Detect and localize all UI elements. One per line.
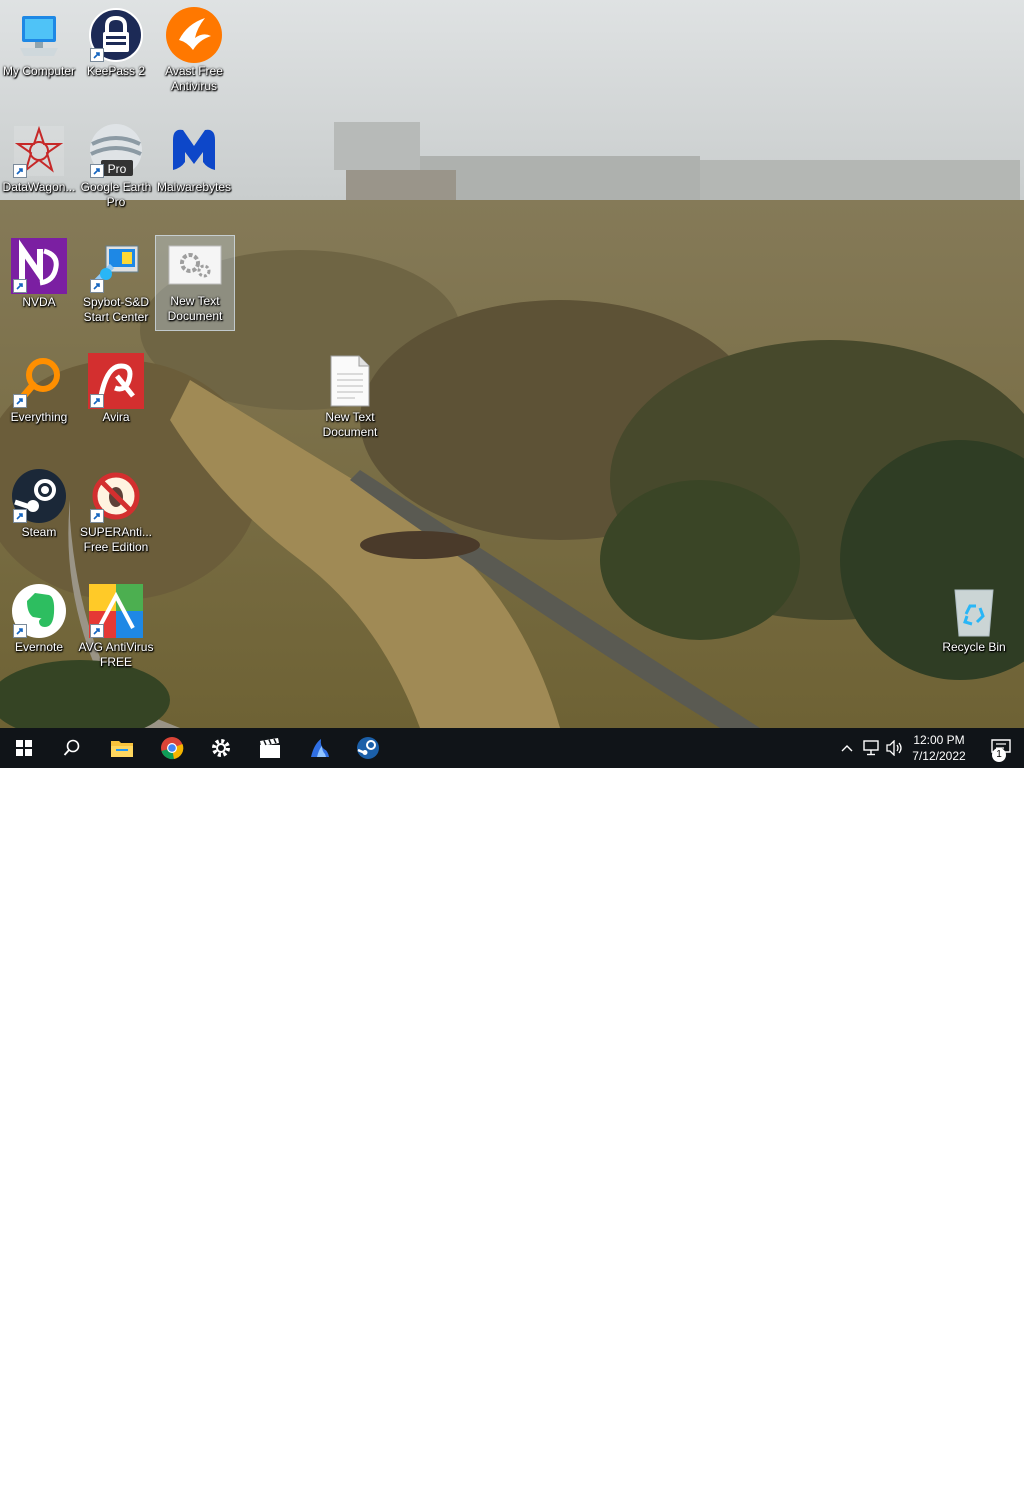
settings-gear-icon [212, 739, 230, 757]
tray-chevron[interactable] [838, 728, 856, 768]
computer-icon [20, 16, 58, 56]
windows-start-icon [16, 740, 32, 756]
desktop-icon-nvda[interactable]: NVDA [0, 237, 78, 310]
desktop-icon-label: AVG AntiVirus FREE [78, 640, 154, 669]
desktop-icon-evernote[interactable]: Evernote [0, 582, 78, 655]
desktop-icon-new-text-document[interactable]: New Text Document [311, 352, 389, 440]
desktop-icon-label: DataWagon... [2, 180, 76, 194]
file-explorer-icon [111, 741, 133, 757]
desktop-icon-label: Spybot-S&D Start Center [82, 295, 150, 324]
desktop-icon-label: KeePass 2 [86, 64, 146, 78]
desktop-icon-label: Recycle Bin [942, 640, 1006, 654]
desktop-icon-spybot[interactable]: Spybot-S&D Start Center [77, 237, 155, 325]
desktop-icon-label: Avast Free Antivirus [165, 64, 223, 93]
pro-badge: Pro [108, 162, 127, 176]
taskbar-clock[interactable]: 12:00 PM 7/12/2022 [900, 728, 978, 768]
shortcut-arrow-icon [90, 164, 104, 178]
desktop[interactable]: My Computer KeePass 2 Avast Free Antivir… [0, 0, 1024, 728]
network-icon [863, 740, 879, 756]
search-icon [63, 739, 80, 756]
desktop-icon-label: Avira [102, 410, 130, 424]
chrome-icon [161, 737, 184, 760]
malwarebytes-icon [173, 129, 215, 170]
shortcut-arrow-icon [90, 394, 104, 408]
desktop-icon-label: My Computer [2, 64, 76, 78]
steam-icon [357, 737, 379, 759]
desktop-icon-superantispyware[interactable]: SUPERAnti... Free Edition [77, 467, 155, 555]
notification-count-badge: 1 [992, 748, 1006, 762]
desktop-icon-my-computer[interactable]: My Computer [0, 6, 78, 79]
recycle-bin-icon [954, 589, 994, 637]
desktop-icon-avg[interactable]: AVG AntiVirus FREE [77, 582, 155, 670]
shortcut-arrow-icon [90, 48, 104, 62]
app-bird-icon [311, 739, 329, 757]
desktop-icon-datawagon[interactable]: DataWagon... [0, 122, 78, 195]
taskbar-bird-app[interactable] [296, 728, 344, 768]
desktop-icon-label: New Text Document [322, 410, 378, 439]
shortcut-arrow-icon [90, 509, 104, 523]
desktop-icon-label: NVDA [22, 295, 56, 309]
shortcut-arrow-icon [13, 164, 27, 178]
desktop-icon-recycle-bin[interactable]: Recycle Bin [935, 582, 1013, 655]
desktop-icon-label: Google Earth Pro [80, 180, 152, 209]
media-clapperboard-icon [260, 738, 280, 758]
shortcut-arrow-icon [90, 279, 104, 293]
desktop-icon-avast[interactable]: Avast Free Antivirus [155, 6, 233, 94]
search-button[interactable] [48, 728, 96, 768]
desktop-icon-google-earth-pro[interactable]: Pro Google Earth Pro [77, 122, 155, 210]
desktop-icon-keepass[interactable]: KeePass 2 [77, 6, 155, 79]
desktop-icon-label: Everything [10, 410, 68, 424]
clock-date: 7/12/2022 [912, 749, 966, 763]
desktop-icon-avira[interactable]: Avira [77, 352, 155, 425]
taskbar-settings[interactable] [197, 728, 245, 768]
taskbar-steam[interactable] [344, 728, 392, 768]
chevron-up-icon [841, 745, 853, 752]
action-center-button[interactable]: 1 [978, 728, 1024, 768]
text-document-icon [330, 355, 370, 407]
desktop-icon-label: SUPERAnti... Free Edition [79, 525, 153, 554]
start-button[interactable] [0, 728, 48, 768]
taskbar-chrome[interactable] [148, 728, 196, 768]
shortcut-arrow-icon [90, 624, 104, 638]
desktop-icon-label: New Text Document [167, 294, 223, 323]
settings-file-icon [168, 245, 222, 285]
taskbar: 12:00 PM 7/12/2022 1 © Alexander Belenki… [0, 728, 1024, 1495]
taskbar-media-app[interactable] [246, 728, 294, 768]
wallpaper-watermark: © Alexander Belenkiy | macos.livejournal… [682, 1481, 925, 1495]
desktop-icon-everything[interactable]: Everything [0, 352, 78, 425]
desktop-icon-label: Malwarebytes [156, 180, 232, 194]
desktop-icon-label: Steam [21, 525, 57, 539]
avast-icon [166, 7, 222, 63]
shortcut-arrow-icon [13, 394, 27, 408]
shortcut-arrow-icon [13, 509, 27, 523]
desktop-icon-malwarebytes[interactable]: Malwarebytes [155, 122, 233, 195]
desktop-icon-new-text-document-selected[interactable]: New Text Document [155, 235, 235, 331]
shortcut-arrow-icon [13, 279, 27, 293]
tray-network[interactable] [860, 728, 882, 768]
clock-time: 12:00 PM [913, 733, 965, 747]
desktop-icon-label: Evernote [14, 640, 64, 654]
shortcut-arrow-icon [13, 624, 27, 638]
desktop-icon-steam[interactable]: Steam [0, 467, 78, 540]
taskbar-file-explorer[interactable] [98, 728, 146, 768]
